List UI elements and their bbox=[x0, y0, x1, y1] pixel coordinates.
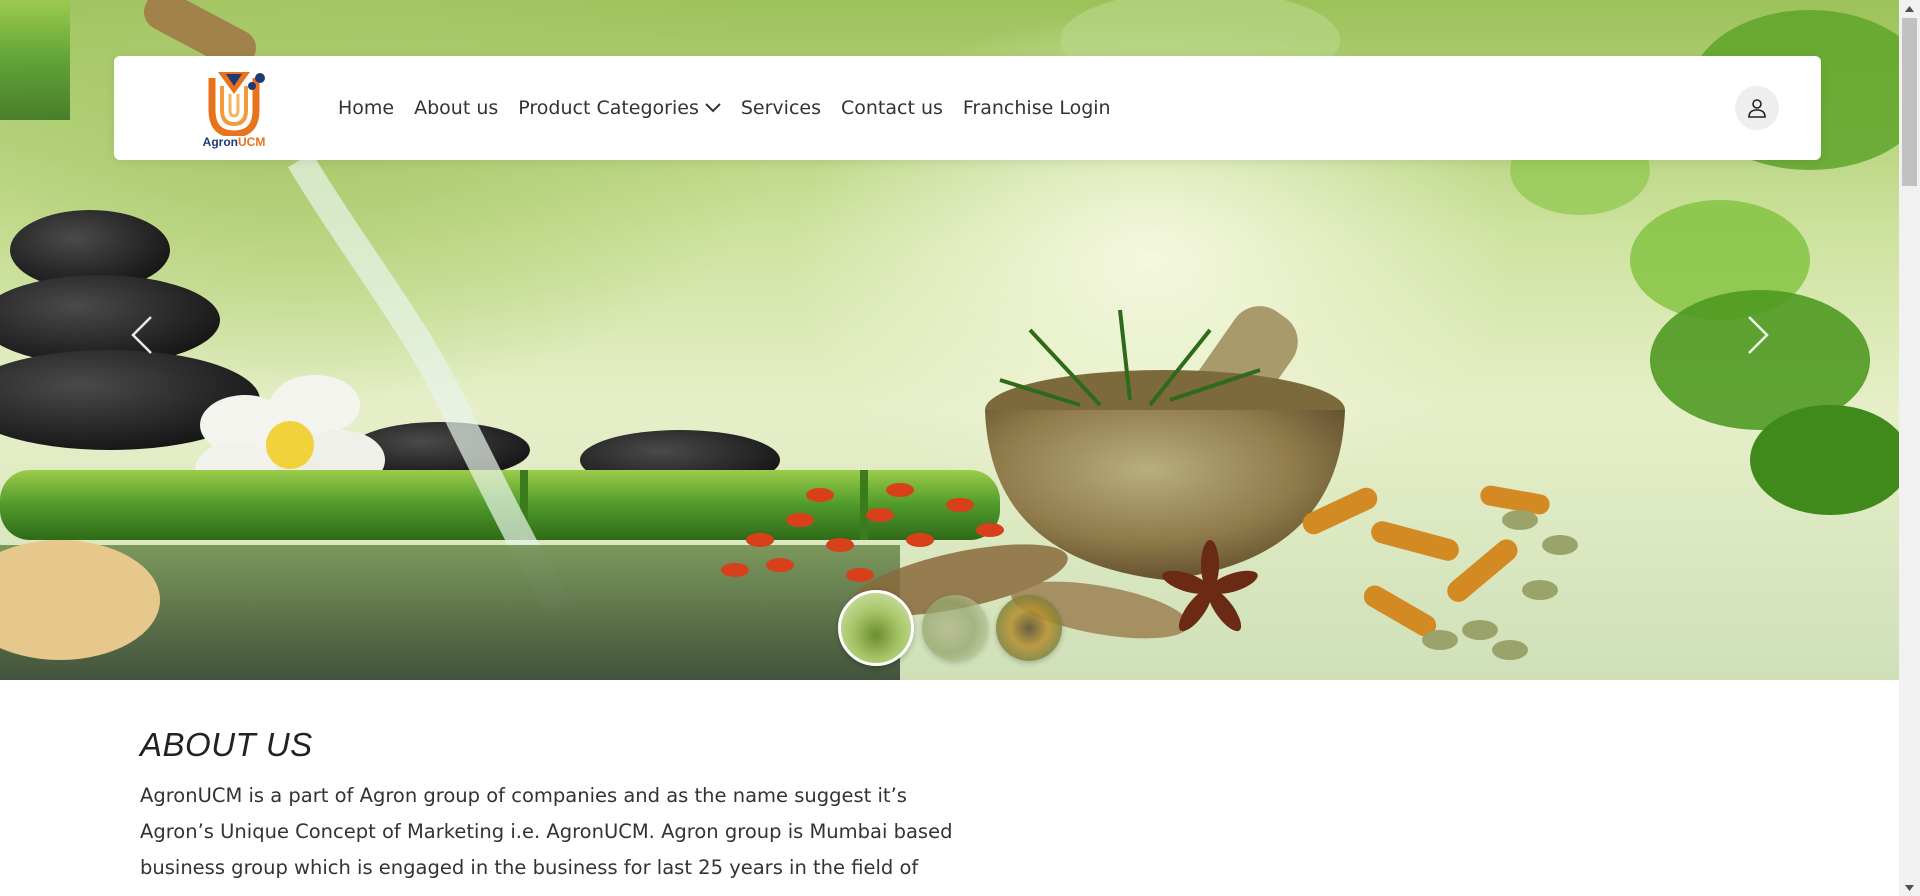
nav-links: Home About us Product Categories Service… bbox=[338, 56, 1111, 160]
nav-services-label: Services bbox=[740, 97, 821, 119]
agronucm-logo-icon bbox=[208, 72, 265, 138]
nav-franchise-login-label: Franchise Login bbox=[962, 97, 1111, 119]
chevron-left-icon bbox=[131, 316, 152, 354]
about-line-1: AgronUCM is a part of Agron group of com… bbox=[140, 784, 907, 807]
chevron-down-icon bbox=[705, 103, 721, 113]
scroll-down-button[interactable] bbox=[1899, 879, 1920, 896]
nav-home[interactable]: Home bbox=[338, 97, 394, 119]
carousel-prev-button[interactable] bbox=[112, 305, 172, 365]
nav-about-us-label: About us bbox=[414, 97, 499, 119]
brand-wordmark-main: Agron bbox=[202, 135, 238, 149]
main-navbar: AgronUCM Home About us Product Categorie… bbox=[114, 56, 1821, 160]
scrollbar-thumb[interactable] bbox=[1902, 18, 1917, 186]
brand-wordmark-accent: UCM bbox=[238, 135, 266, 149]
profile-button[interactable] bbox=[1735, 86, 1779, 130]
carousel-thumb-2[interactable] bbox=[922, 595, 988, 661]
nav-about-us[interactable]: About us bbox=[414, 97, 498, 119]
about-line-2: Agron’s Unique Concept of Marketing i.e.… bbox=[140, 820, 953, 843]
nav-product-categories[interactable]: Product Categories bbox=[518, 97, 721, 119]
user-icon bbox=[1748, 99, 1766, 118]
brand-wordmark: AgronUCM bbox=[194, 135, 274, 149]
carousel-indicators bbox=[838, 590, 1062, 666]
nav-contact-us-label: Contact us bbox=[840, 97, 943, 119]
nav-product-categories-label: Product Categories bbox=[518, 97, 699, 119]
about-paragraph: AgronUCM is a part of Agron group of com… bbox=[140, 778, 960, 886]
carousel-thumb-3[interactable] bbox=[996, 595, 1062, 661]
about-section: ABOUT US AgronUCM is a part of Agron gro… bbox=[140, 726, 960, 886]
nav-franchise-login[interactable]: Franchise Login bbox=[963, 97, 1111, 119]
about-line-3: business group which is engaged in the b… bbox=[140, 856, 919, 879]
nav-home-label: Home bbox=[338, 97, 395, 119]
carousel-next-button[interactable] bbox=[1728, 305, 1788, 365]
page-scrollbar[interactable] bbox=[1899, 0, 1920, 896]
scroll-down-arrow-icon bbox=[1905, 884, 1914, 891]
about-title: ABOUT US bbox=[140, 726, 313, 763]
nav-services[interactable]: Services bbox=[741, 97, 821, 119]
chevron-right-icon bbox=[1748, 316, 1769, 354]
nav-contact-us[interactable]: Contact us bbox=[841, 97, 943, 119]
scroll-up-button[interactable] bbox=[1899, 0, 1920, 17]
scroll-up-arrow-icon bbox=[1905, 5, 1914, 12]
carousel-thumb-1[interactable] bbox=[838, 590, 914, 666]
